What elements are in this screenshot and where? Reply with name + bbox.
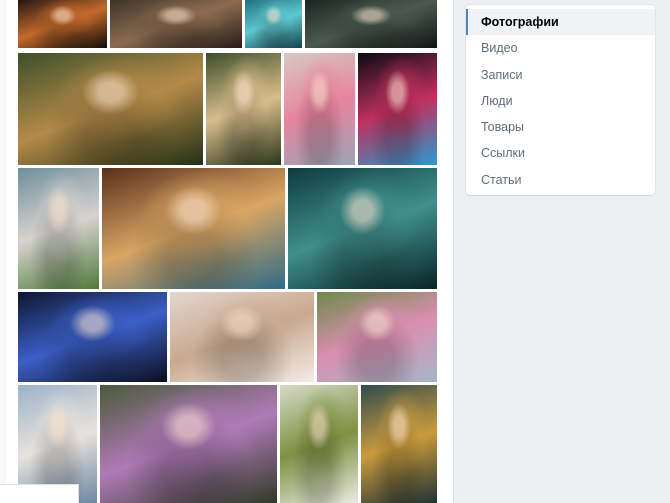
photo-underwater-girl[interactable] — [288, 168, 437, 289]
menu-item-articles[interactable]: Статьи — [466, 167, 655, 193]
bottom-scroll-bar — [0, 484, 79, 503]
photo-girl-teal-light[interactable] — [245, 0, 302, 48]
menu-item-links[interactable]: Ссылки — [466, 140, 655, 166]
photo-girls-pink-dress[interactable] — [317, 292, 437, 382]
photo-dark-forest-bear[interactable] — [305, 0, 437, 48]
menu-item-photos[interactable]: Фотографии — [466, 9, 655, 36]
photo-two-blonde-girls[interactable] — [206, 53, 281, 165]
photo-boy-autumn-field[interactable] — [361, 385, 437, 503]
photo-little-girl-flowers[interactable] — [170, 292, 314, 382]
menu-item-goods[interactable]: Товары — [466, 114, 655, 140]
search-section-menu: Фотографии Видео Записи Люди Товары Ссыл… — [466, 5, 655, 195]
menu-item-people[interactable]: Люди — [466, 88, 655, 114]
main-content-panel — [0, 0, 454, 503]
menu-item-video[interactable]: Видео — [466, 35, 655, 61]
photo-girl-forest-dark[interactable] — [110, 0, 242, 48]
photo-lightning-storm[interactable] — [18, 292, 167, 382]
menu-item-posts[interactable]: Записи — [466, 62, 655, 88]
photo-girl-giant-snail[interactable] — [18, 53, 203, 165]
photo-mother-daughter-lavender[interactable] — [100, 385, 277, 503]
photo-girl-pink-flower-hair[interactable] — [284, 53, 355, 165]
photo-portrait-neon-orange[interactable] — [18, 0, 107, 48]
photo-painted-blonde-portrait[interactable] — [102, 168, 285, 289]
photo-neon-couple-embrace[interactable] — [358, 53, 437, 165]
photo-girl-flower-field[interactable] — [18, 168, 99, 289]
photo-boy-meadow-kite[interactable] — [280, 385, 358, 503]
photo-grid — [0, 0, 454, 503]
